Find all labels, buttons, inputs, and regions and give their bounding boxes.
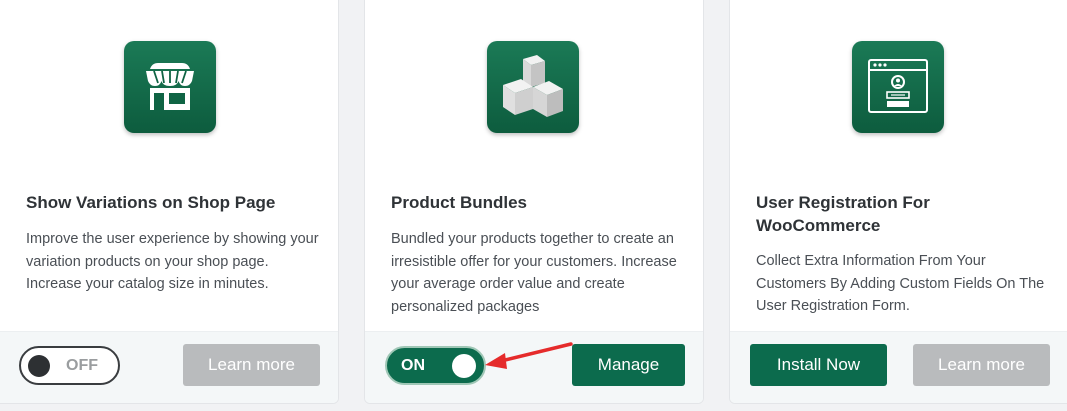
card-description: Bundled your products together to create…: [391, 231, 677, 315]
storefront-icon: [124, 41, 216, 133]
card-footer: OFF Learn more: [0, 331, 338, 403]
activate-toggle[interactable]: OFF: [19, 346, 120, 385]
addon-card-show-variations: Show Variations on Shop Page Improve the…: [0, 0, 339, 404]
learn-more-button[interactable]: Learn more: [913, 344, 1050, 386]
card-footer: Install Now Learn more: [730, 331, 1067, 403]
user-registration-icon: [852, 41, 944, 133]
card-title: User Registration For WooCommerce: [756, 193, 930, 235]
annotation-arrow-icon: [485, 342, 573, 369]
activate-toggle[interactable]: ON: [385, 346, 486, 385]
toggle-label: OFF: [66, 356, 98, 374]
card-description: Collect Extra Information From Your Cust…: [756, 253, 1045, 314]
toggle-knob: [28, 355, 50, 377]
toggle-label: ON: [401, 356, 425, 374]
install-now-button[interactable]: Install Now: [750, 344, 887, 386]
card-title: Show Variations on Shop Page: [26, 193, 276, 212]
addon-card-user-registration: User Registration For WooCommerce Collec…: [729, 0, 1067, 404]
card-description: Improve the user experience by showing y…: [26, 231, 319, 292]
boxes-icon: [487, 41, 579, 133]
toggle-knob: [452, 354, 476, 378]
manage-button[interactable]: Manage: [572, 344, 685, 386]
learn-more-button[interactable]: Learn more: [183, 344, 320, 386]
card-title: Product Bundles: [391, 193, 528, 212]
